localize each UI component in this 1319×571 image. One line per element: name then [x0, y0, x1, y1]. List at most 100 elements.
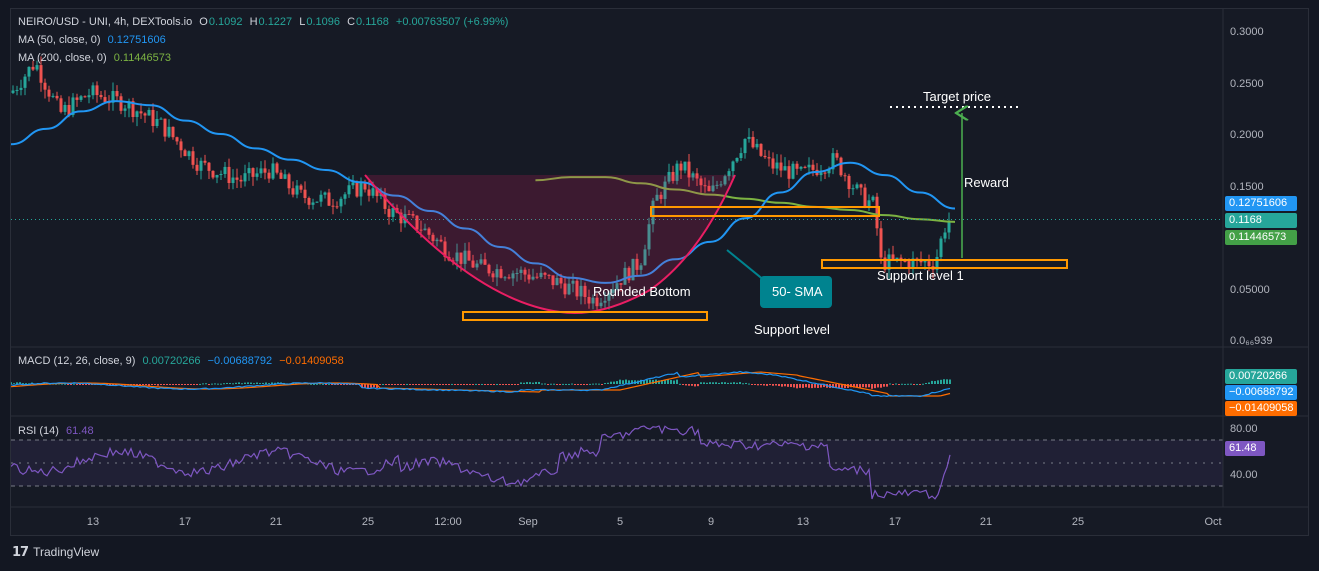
macd-histogram-bar — [616, 381, 618, 384]
macd-histogram-bar — [574, 384, 576, 385]
candle-body — [747, 136, 751, 139]
ohlc-close-key: C — [347, 16, 356, 28]
candle-body — [187, 151, 191, 157]
time-tick-label: 17 — [889, 516, 901, 528]
macd-histogram-bar — [586, 384, 588, 385]
candle-body — [91, 85, 95, 96]
macd-histogram-bar — [925, 382, 927, 384]
candle-body — [775, 162, 779, 169]
macd-histogram-bar — [943, 379, 945, 384]
macd-histogram-bar — [364, 384, 366, 388]
candle-body — [779, 162, 783, 171]
macd-histogram-bar — [706, 382, 708, 384]
candle-body — [75, 97, 79, 100]
macd-histogram-bar — [697, 384, 699, 387]
macd-histogram-bar — [748, 383, 750, 385]
macd-histogram-bar — [514, 384, 516, 385]
macd-histogram-bar — [256, 382, 258, 384]
macd-histogram-bar — [199, 383, 201, 385]
time-tick-label: 25 — [362, 516, 374, 528]
macd-histogram-bar — [862, 384, 864, 388]
candle-body — [903, 260, 907, 262]
macd-histogram-bar — [412, 384, 414, 385]
macd-histogram-bar — [415, 384, 417, 385]
macd-histogram-bar — [241, 383, 243, 385]
macd-histogram-bar — [499, 384, 501, 385]
ma50-legend[interactable]: MA (50, close, 0) 0.12751606 — [18, 34, 170, 46]
candle-body — [307, 198, 311, 205]
rsi-legend[interactable]: RSI (14) 61.48 — [18, 425, 98, 437]
macd-histogram-bar — [613, 381, 615, 384]
candle-body — [19, 87, 23, 90]
macd-histogram-bar — [469, 384, 471, 385]
candle-body — [95, 85, 99, 96]
macd-histogram-bar — [451, 383, 453, 385]
macd-histogram-bar — [223, 383, 225, 385]
candle-body — [143, 113, 147, 116]
candle-body — [355, 182, 359, 197]
macd-histogram-bar — [217, 383, 219, 385]
ma200-legend[interactable]: MA (200, close, 0) 0.11446573 — [18, 52, 175, 64]
macd-histogram-bar — [205, 383, 207, 385]
macd-histogram-bar — [892, 384, 894, 385]
macd-hist-value: 0.00720266 — [142, 355, 201, 367]
macd-histogram-bar — [871, 384, 873, 389]
footer[interactable]: 𝟭𝟳 TradingView — [12, 544, 99, 560]
candle-body — [855, 184, 859, 189]
symbol-legend[interactable]: NEIRO/USD - UNI, 4h, DEXTools.io O0.1092… — [18, 16, 512, 28]
candle-body — [115, 91, 119, 97]
candle-body — [739, 153, 743, 159]
macd-histogram-bar — [577, 384, 579, 385]
macd-histogram-bar — [805, 384, 807, 388]
candle-body — [291, 188, 295, 195]
macd-histogram-bar — [814, 384, 816, 388]
time-tick-label: 21 — [980, 516, 992, 528]
candle-body — [287, 174, 291, 189]
macd-histogram-bar — [196, 384, 198, 385]
macd-histogram-bar — [550, 383, 552, 385]
candle-body — [927, 261, 931, 267]
macd-histogram-bar — [154, 384, 156, 385]
macd-histogram-bar — [676, 379, 678, 384]
candle-body — [155, 119, 159, 127]
time-tick-label: 25 — [1072, 516, 1084, 528]
price-tick-label: 0.2000 — [1230, 129, 1264, 141]
macd-histogram-bar — [238, 382, 240, 384]
macd-histogram-bar — [424, 384, 426, 385]
ma200-label: MA (200, close, 0) — [18, 52, 107, 64]
macd-histogram-bar — [703, 382, 705, 384]
macd-histogram-bar — [883, 384, 885, 387]
candle-body — [787, 166, 791, 179]
macd-histogram-bar — [184, 384, 186, 385]
candle-body — [31, 66, 35, 70]
candle-body — [203, 160, 207, 163]
candle-body — [279, 172, 283, 179]
time-tick-label: 17 — [179, 516, 191, 528]
macd-histogram-bar — [439, 384, 441, 385]
macd-histogram-bar — [547, 384, 549, 385]
candle-body — [159, 118, 163, 120]
macd-histogram-bar — [385, 384, 387, 385]
macd-histogram-bar — [502, 384, 504, 385]
ohlc-close: 0.1168 — [356, 16, 389, 28]
macd-legend[interactable]: MACD (12, 26, close, 9) 0.00720266 −0.00… — [18, 355, 348, 367]
candle-body — [811, 164, 815, 170]
time-tick-label: Sep — [518, 516, 538, 528]
macd-histogram-bar — [382, 383, 384, 385]
candle-body — [251, 168, 255, 177]
candle-body — [59, 98, 63, 112]
candle-body — [79, 96, 83, 100]
macd-histogram-bar — [604, 383, 606, 385]
candle-body — [743, 138, 747, 154]
macd-histogram-bar — [715, 382, 717, 384]
candle-body — [843, 175, 847, 177]
macd-histogram-bar — [268, 383, 270, 385]
macd-histogram-bar — [214, 383, 216, 385]
chart-canvas[interactable]: 0.3000 0.2500 0.2000 0.1500 0.05000 0.0₆₆939 8… — [0, 0, 1319, 571]
symbol-title: NEIRO/USD - UNI, 4h, DEXTools.io — [18, 16, 193, 28]
time-tick-label: 13 — [87, 516, 99, 528]
rsi-tick-label: 40.00 — [1230, 469, 1258, 481]
macd-histogram-bar — [517, 384, 519, 385]
macd-histogram-bar — [721, 382, 723, 384]
candle-body — [219, 174, 223, 176]
